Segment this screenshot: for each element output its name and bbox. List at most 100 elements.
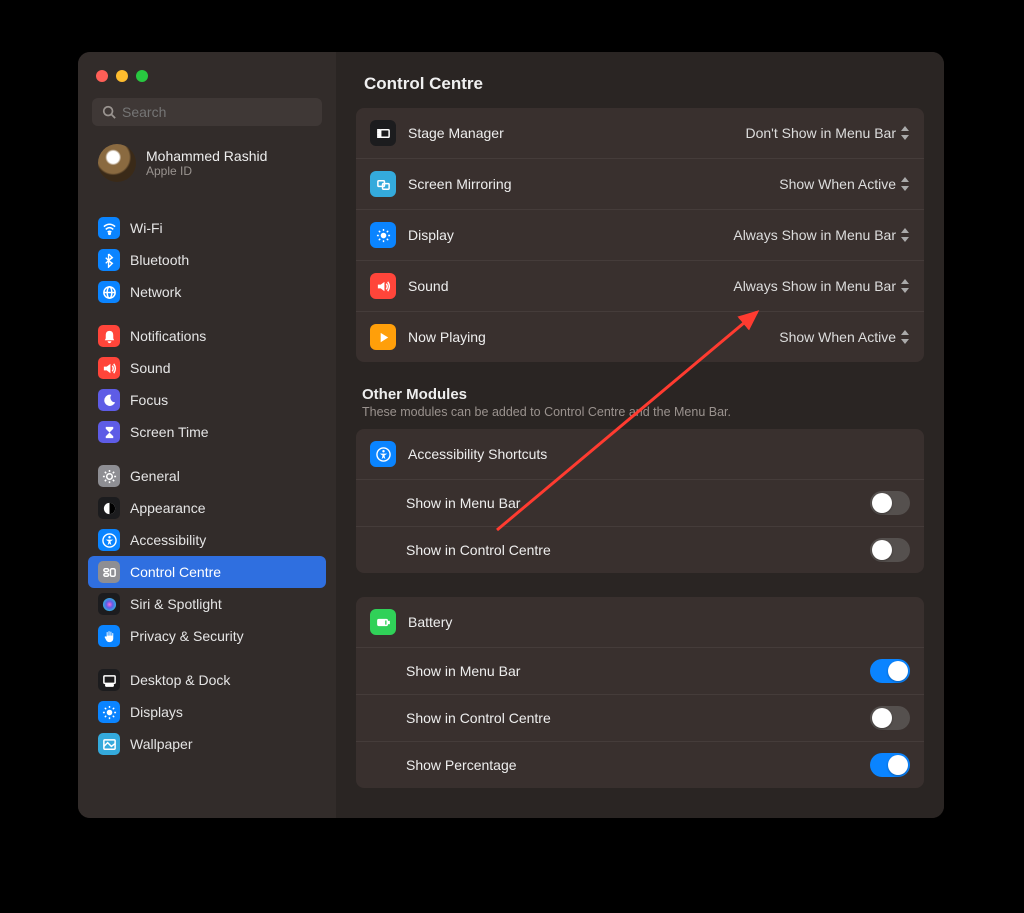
toggle-switch[interactable] — [870, 659, 910, 683]
module-dropdown[interactable]: Show When Active — [779, 329, 910, 345]
section-header: Accessibility Shortcuts — [356, 429, 924, 480]
sidebar-item-label: Notifications — [130, 328, 206, 344]
sidebar-item-label: Privacy & Security — [130, 628, 244, 644]
sidebar-item-appearance[interactable]: Appearance — [88, 492, 326, 524]
sun-icon — [370, 222, 396, 248]
settings-window: Mohammed Rashid Apple ID Wi-FiBluetooth N… — [78, 52, 944, 818]
sidebar-item-desktop-dock[interactable]: Desktop & Dock — [88, 664, 326, 696]
access-icon — [98, 529, 120, 551]
module-label: Now Playing — [408, 329, 779, 345]
section-label: Battery — [408, 614, 910, 630]
toggle-switch[interactable] — [870, 491, 910, 515]
other-modules-title: Other Modules — [356, 386, 924, 405]
toggle-row-show-in-menu-bar: Show in Menu Bar — [356, 480, 924, 527]
sidebar-item-label: Network — [130, 284, 181, 300]
sidebar-item-wi-fi[interactable]: Wi-Fi — [88, 212, 326, 244]
user-account[interactable]: Mohammed Rashid Apple ID — [88, 140, 326, 200]
play-icon — [370, 324, 396, 350]
close-button[interactable] — [96, 70, 108, 82]
sidebar-item-notifications[interactable]: Notifications — [88, 320, 326, 352]
module-dropdown[interactable]: Show When Active — [779, 176, 910, 192]
sidebar-item-wallpaper[interactable]: Wallpaper — [88, 728, 326, 760]
cc-icon — [98, 561, 120, 583]
module-label: Sound — [408, 278, 733, 294]
stage-icon — [370, 120, 396, 146]
window-controls — [88, 64, 326, 98]
sidebar-item-privacy-security[interactable]: Privacy & Security — [88, 620, 326, 652]
toggle-row-show-in-menu-bar: Show in Menu Bar — [356, 648, 924, 695]
module-dropdown[interactable]: Always Show in Menu Bar — [733, 278, 910, 294]
module-row-stage-manager: Stage Manager Don't Show in Menu Bar — [356, 108, 924, 159]
sidebar-item-label: Wallpaper — [130, 736, 193, 752]
display-icon — [98, 701, 120, 723]
sidebar-item-network[interactable]: Network — [88, 276, 326, 308]
search-field[interactable] — [92, 98, 322, 126]
sidebar-item-displays[interactable]: Displays — [88, 696, 326, 728]
toggle-row-show-percentage: Show Percentage — [356, 742, 924, 788]
sidebar-item-label: Displays — [130, 704, 183, 720]
module-label: Display — [408, 227, 733, 243]
sidebar-item-label: Screen Time — [130, 424, 209, 440]
toggle-label: Show in Menu Bar — [406, 663, 870, 679]
toggle-row-show-in-control-centre: Show in Control Centre — [356, 527, 924, 573]
other-modules-sub: These modules can be added to Control Ce… — [356, 405, 924, 429]
section-label: Accessibility Shortcuts — [408, 446, 910, 462]
hourglass-icon — [98, 421, 120, 443]
gear-icon — [98, 465, 120, 487]
maximize-button[interactable] — [136, 70, 148, 82]
toggle-label: Show in Menu Bar — [406, 495, 870, 511]
sidebar-item-accessibility[interactable]: Accessibility — [88, 524, 326, 556]
avatar — [98, 144, 136, 182]
battery-icon — [370, 609, 396, 635]
sidebar-item-screen-time[interactable]: Screen Time — [88, 416, 326, 448]
sidebar-item-bluetooth[interactable]: Bluetooth — [88, 244, 326, 276]
toggle-switch[interactable] — [870, 706, 910, 730]
moon-icon — [98, 389, 120, 411]
appear-icon — [98, 497, 120, 519]
siri-icon — [98, 593, 120, 615]
other-section-accessibility-shortcuts: Accessibility ShortcutsShow in Menu Bar … — [356, 429, 924, 573]
sidebar-item-label: Appearance — [130, 500, 206, 516]
module-label: Stage Manager — [408, 125, 745, 141]
search-input[interactable] — [122, 104, 312, 120]
sidebar-item-label: General — [130, 468, 180, 484]
module-row-sound: Sound Always Show in Menu Bar — [356, 261, 924, 312]
toggle-row-show-in-control-centre: Show in Control Centre — [356, 695, 924, 742]
sound-icon — [370, 273, 396, 299]
toggle-switch[interactable] — [870, 753, 910, 777]
page-title: Control Centre — [336, 52, 944, 108]
sidebar-item-label: Accessibility — [130, 532, 206, 548]
sidebar-item-general[interactable]: General — [88, 460, 326, 492]
toggle-switch[interactable] — [870, 538, 910, 562]
bt-icon — [98, 249, 120, 271]
sidebar-item-siri-spotlight[interactable]: Siri & Spotlight — [88, 588, 326, 620]
sidebar-item-label: Focus — [130, 392, 168, 408]
sidebar-item-focus[interactable]: Focus — [88, 384, 326, 416]
sidebar: Mohammed Rashid Apple ID Wi-FiBluetooth N… — [78, 52, 336, 818]
updown-icon — [900, 228, 910, 242]
module-dropdown[interactable]: Don't Show in Menu Bar — [745, 125, 910, 141]
updown-icon — [900, 177, 910, 191]
bell-icon — [98, 325, 120, 347]
sidebar-item-control-centre[interactable]: Control Centre — [88, 556, 326, 588]
updown-icon — [900, 330, 910, 344]
minimize-button[interactable] — [116, 70, 128, 82]
mirror-icon — [370, 171, 396, 197]
dock-icon — [98, 669, 120, 691]
module-dropdown[interactable]: Always Show in Menu Bar — [733, 227, 910, 243]
sidebar-item-label: Desktop & Dock — [130, 672, 230, 688]
main-panel: Control Centre Stage Manager Don't Show … — [336, 52, 944, 818]
module-label: Screen Mirroring — [408, 176, 779, 192]
access-icon — [370, 441, 396, 467]
updown-icon — [900, 279, 910, 293]
other-section-battery: Battery Show in Menu Bar Show in Control … — [356, 597, 924, 788]
module-row-screen-mirroring: Screen Mirroring Show When Active — [356, 159, 924, 210]
updown-icon — [900, 126, 910, 140]
sidebar-item-label: Sound — [130, 360, 170, 376]
sidebar-item-sound[interactable]: Sound — [88, 352, 326, 384]
module-row-display: Display Always Show in Menu Bar — [356, 210, 924, 261]
globe-icon — [98, 281, 120, 303]
section-header: Battery — [356, 597, 924, 648]
wifi-icon — [98, 217, 120, 239]
module-row-now-playing: Now Playing Show When Active — [356, 312, 924, 362]
